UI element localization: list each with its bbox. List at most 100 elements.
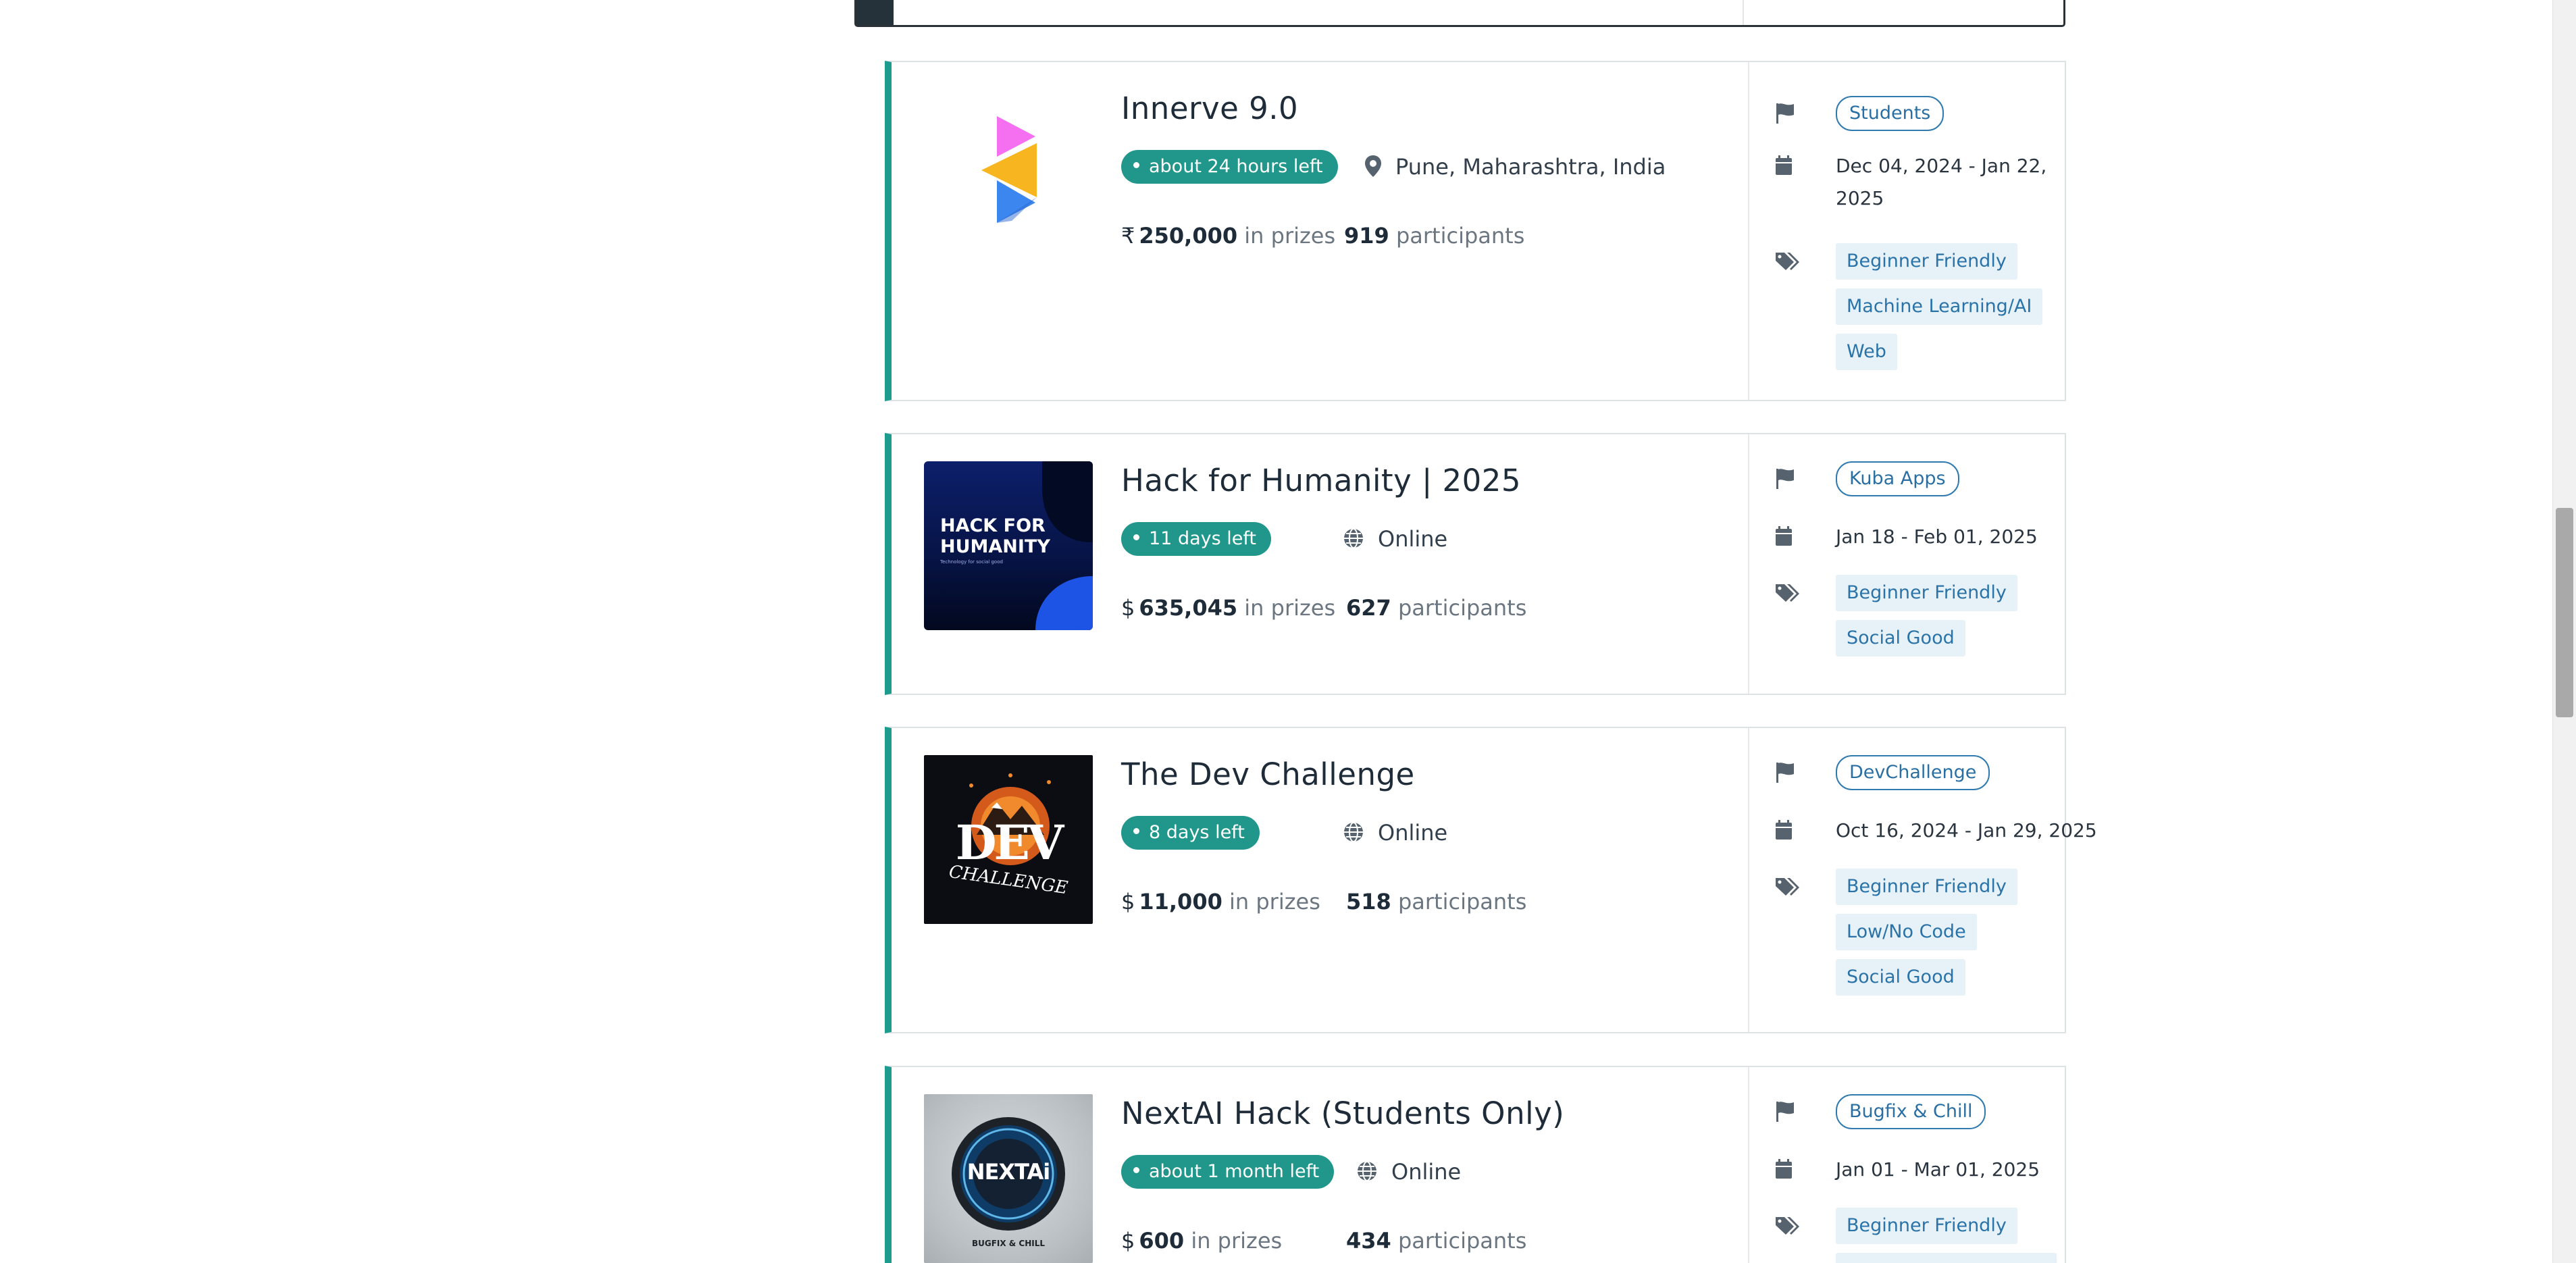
tag[interactable]: Social Good bbox=[1836, 959, 1965, 996]
hackathon-thumbnail[interactable]: NEXTAi BUGFIX & CHILL bbox=[924, 1094, 1093, 1263]
participants-label: participants bbox=[1397, 889, 1527, 914]
time-left-text: 8 days left bbox=[1149, 822, 1245, 843]
hackathon-location: Pune, Maharashtra, India bbox=[1364, 151, 1666, 182]
prize-suffix: in prizes bbox=[1229, 889, 1320, 914]
flag-icon bbox=[1776, 469, 1794, 489]
flag-icon bbox=[1776, 103, 1794, 124]
location-text: Online bbox=[1391, 1159, 1462, 1185]
card-main: NEXTAi BUGFIX & CHILL NextAI Hack (Stude… bbox=[892, 1067, 1748, 1263]
hackathon-thumbnail[interactable]: DEV CHALLENGE bbox=[924, 755, 1093, 924]
card-main: DEV CHALLENGE The Dev Challenge 8 days l… bbox=[892, 728, 1748, 1032]
currency-symbol: $ bbox=[1121, 1228, 1135, 1254]
participants-count: 434 bbox=[1346, 1228, 1391, 1254]
hackathon-thumbnail[interactable]: HACK FOR HUMANITY Technology for social … bbox=[924, 461, 1093, 630]
time-left-text: about 24 hours left bbox=[1149, 156, 1323, 177]
hackathon-title[interactable]: The Dev Challenge bbox=[1121, 756, 1415, 792]
calendar-icon bbox=[1776, 155, 1792, 175]
tags-icon bbox=[1776, 1217, 1799, 1235]
participants-count: 627 bbox=[1346, 595, 1391, 621]
prize-amount: 250,000 bbox=[1139, 223, 1238, 249]
card-side: Bugfix & Chill Jan 01 - Mar 01, 2025 Beg… bbox=[1748, 1067, 2065, 1263]
hackathon-card[interactable]: NEXTAi BUGFIX & CHILL NextAI Hack (Stude… bbox=[885, 1066, 2066, 1263]
participants: 627 participants bbox=[1346, 595, 1526, 621]
prize-amount: 600 bbox=[1139, 1228, 1185, 1254]
calendar-icon bbox=[1776, 820, 1792, 840]
participants-count: 518 bbox=[1346, 889, 1391, 914]
tag-list: Beginner Friendly Machine Learning/AI We… bbox=[1836, 243, 2043, 379]
host-pill[interactable]: Students bbox=[1836, 96, 1944, 131]
vertical-scrollbar[interactable] bbox=[2552, 0, 2576, 1263]
time-left-text: about 1 month left bbox=[1149, 1161, 1320, 1182]
card-main: Innerve 9.0 about 24 hours left Pune, Ma… bbox=[892, 62, 1748, 400]
tag-list: Beginner Friendly Social Good bbox=[1836, 575, 2017, 665]
date-range: Dec 04, 2024 - Jan 22, 2025 bbox=[1836, 155, 2047, 209]
hackathon-location: Online bbox=[1343, 523, 1447, 555]
tag[interactable]: Beginner Friendly bbox=[1836, 1208, 2017, 1244]
globe-icon bbox=[1344, 528, 1363, 548]
hackathon-title[interactable]: Innerve 9.0 bbox=[1121, 91, 1298, 126]
tag-list: Beginner Friendly bbox=[1836, 1208, 2057, 1263]
prize-amount: 11,000 bbox=[1139, 889, 1222, 914]
globe-icon bbox=[1358, 1161, 1376, 1181]
tag-partial[interactable] bbox=[1836, 1253, 2057, 1263]
hackathon-card[interactable]: DEV CHALLENGE The Dev Challenge 8 days l… bbox=[885, 727, 2097, 1033]
prize-amount: 635,045 bbox=[1139, 595, 1238, 621]
currency-symbol: ₹ bbox=[1121, 223, 1135, 249]
hackathon-stats: $11,000 in prizes 518 participants bbox=[1121, 889, 1526, 914]
prize-suffix: in prizes bbox=[1244, 595, 1336, 621]
hackathon-card[interactable]: Innerve 9.0 about 24 hours left Pune, Ma… bbox=[885, 61, 2066, 401]
flag-icon bbox=[1776, 763, 1794, 783]
host-pill[interactable]: Bugfix & Chill bbox=[1836, 1094, 1986, 1129]
host-pill[interactable]: Kuba Apps bbox=[1836, 461, 1959, 496]
innerve-logo-icon bbox=[981, 116, 1037, 223]
hackathon-thumbnail[interactable] bbox=[924, 89, 1093, 258]
status-dot bbox=[1133, 1167, 1139, 1173]
host-pill[interactable]: DevChallenge bbox=[1836, 755, 1990, 790]
currency-symbol: $ bbox=[1121, 889, 1135, 914]
tag[interactable]: Beginner Friendly bbox=[1836, 869, 2017, 905]
prize-suffix: in prizes bbox=[1191, 1228, 1283, 1254]
tag[interactable]: Machine Learning/AI bbox=[1836, 288, 2043, 325]
calendar-icon bbox=[1776, 526, 1792, 546]
hackathon-stats: ₹250,000 in prizes 919 participants bbox=[1121, 223, 1524, 249]
thumbnail-title: NEXTAi bbox=[967, 1159, 1050, 1185]
card-side: DevChallenge Oct 16, 2024 - Jan 29, 2025 bbox=[1748, 728, 2097, 1032]
hackathon-location: Online bbox=[1343, 817, 1447, 848]
participants-label: participants bbox=[1397, 1228, 1527, 1254]
hackathon-list-page: Innerve 9.0 about 24 hours left Pune, Ma… bbox=[0, 0, 2576, 1263]
tags-icon bbox=[1776, 584, 1799, 602]
time-left-text: 11 days left bbox=[1149, 528, 1256, 549]
globe-icon bbox=[1344, 822, 1363, 842]
status-dot bbox=[1133, 534, 1139, 540]
tag[interactable]: Beginner Friendly bbox=[1836, 575, 2017, 611]
date-range: Oct 16, 2024 - Jan 29, 2025 bbox=[1836, 819, 2097, 842]
location-text: Online bbox=[1378, 526, 1448, 552]
hackathon-card-partial[interactable] bbox=[854, 0, 2065, 27]
card-thumbnail-partial bbox=[856, 0, 894, 25]
tag-list: Beginner Friendly Low/No Code Social Goo… bbox=[1836, 869, 2017, 1004]
card-side: Kuba Apps Jan 18 - Feb 01, 2025 Beginner… bbox=[1748, 434, 2065, 694]
hackathon-title[interactable]: Hack for Humanity | 2025 bbox=[1121, 463, 1521, 498]
thumbnail-title: HACK FOR HUMANITY Technology for social … bbox=[940, 515, 1050, 565]
hackathon-card[interactable]: HACK FOR HUMANITY Technology for social … bbox=[885, 433, 2066, 695]
calendar-icon bbox=[1776, 1159, 1792, 1179]
date-range: Jan 18 - Feb 01, 2025 bbox=[1836, 525, 2038, 548]
tag[interactable]: Social Good bbox=[1836, 620, 1965, 656]
time-left-badge: about 24 hours left bbox=[1121, 150, 1338, 184]
tags-icon bbox=[1776, 253, 1799, 270]
tag[interactable]: Web bbox=[1836, 334, 1897, 370]
flag-icon bbox=[1776, 1102, 1794, 1122]
participants: 518 participants bbox=[1346, 889, 1526, 914]
hackathon-title[interactable]: NextAI Hack (Students Only) bbox=[1121, 1096, 1564, 1131]
thumbnail-subtitle: BUGFIX & CHILL bbox=[971, 1239, 1046, 1248]
participants-label: participants bbox=[1395, 223, 1525, 249]
card-divider bbox=[1743, 0, 1744, 25]
participants: 919 participants bbox=[1344, 223, 1524, 249]
card-main: HACK FOR HUMANITY Technology for social … bbox=[892, 434, 1748, 694]
tag[interactable]: Low/No Code bbox=[1836, 914, 1977, 950]
scrollbar-thumb[interactable] bbox=[2556, 508, 2573, 717]
tag[interactable]: Beginner Friendly bbox=[1836, 243, 2017, 280]
tags-icon bbox=[1776, 878, 1799, 896]
time-left-badge: about 1 month left bbox=[1121, 1155, 1335, 1189]
currency-symbol: $ bbox=[1121, 595, 1135, 621]
